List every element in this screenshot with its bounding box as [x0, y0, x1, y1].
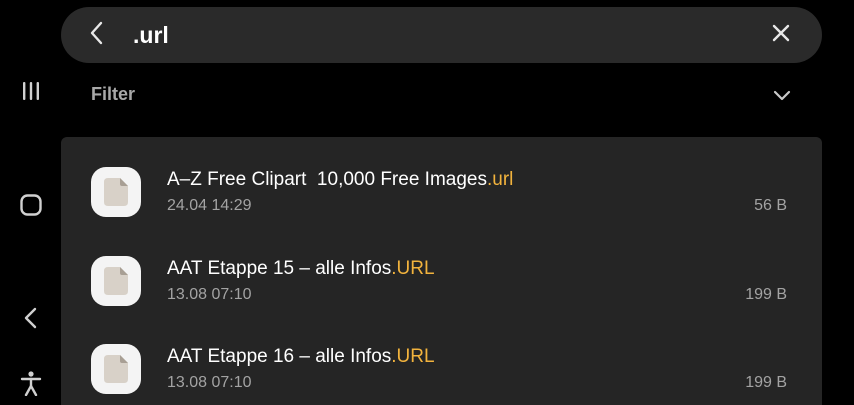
filter-dropdown[interactable]: Filter	[61, 72, 822, 116]
system-back-button[interactable]	[12, 299, 50, 337]
list-item[interactable]: A–Z Free Clipart 10,000 Free Images.url …	[61, 155, 822, 243]
file-date: 24.04 14:29	[167, 197, 252, 214]
close-icon	[771, 23, 791, 48]
file-icon	[91, 344, 141, 394]
home-icon	[19, 193, 43, 217]
back-icon	[20, 306, 42, 330]
home-button[interactable]	[12, 186, 50, 224]
accessibility-icon	[19, 370, 43, 396]
file-date: 13.08 07:10	[167, 286, 252, 303]
file-extension: .url	[486, 169, 514, 190]
chevron-left-icon	[88, 21, 106, 50]
recents-button[interactable]	[12, 72, 50, 110]
file-name-base: A–Z Free Clipart 10,000 Free Images	[167, 169, 487, 190]
clear-search-button[interactable]	[767, 21, 795, 49]
accessibility-button[interactable]	[12, 364, 50, 402]
filter-label: Filter	[91, 84, 136, 104]
file-search-screen: Filter A–Z Free Clipart 10,000 Free Imag…	[0, 0, 854, 405]
search-back-button[interactable]	[83, 21, 111, 49]
chevron-down-icon	[771, 84, 793, 106]
file-size: 199 B	[745, 286, 787, 303]
file-name-base: AAT Etappe 16 – alle Infos	[167, 346, 392, 367]
file-name: AAT Etappe 15 – alle Infos.URL	[167, 258, 435, 280]
list-item[interactable]: AAT Etappe 16 – alle Infos.URL 13.08 07:…	[61, 332, 822, 405]
file-size: 56 B	[754, 197, 787, 214]
search-results-list: A–Z Free Clipart 10,000 Free Images.url …	[61, 137, 822, 405]
file-extension: .URL	[391, 346, 435, 367]
file-size: 199 B	[745, 374, 787, 391]
file-name-base: AAT Etappe 15 – alle Infos	[167, 258, 392, 279]
file-date: 13.08 07:10	[167, 374, 252, 391]
file-extension: .URL	[391, 258, 435, 279]
file-icon	[91, 256, 141, 306]
navigation-rail	[0, 0, 62, 405]
search-bar	[61, 7, 822, 63]
list-item[interactable]: AAT Etappe 15 – alle Infos.URL 13.08 07:…	[61, 244, 822, 332]
recents-icon	[20, 80, 42, 102]
file-name: AAT Etappe 16 – alle Infos.URL	[167, 346, 435, 368]
search-input[interactable]	[133, 17, 733, 53]
file-name: A–Z Free Clipart 10,000 Free Images.url	[167, 169, 513, 191]
file-icon	[91, 167, 141, 217]
